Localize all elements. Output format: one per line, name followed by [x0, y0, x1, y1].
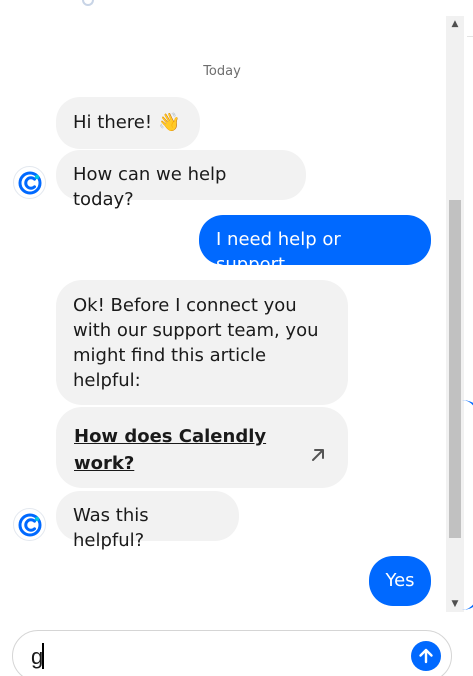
send-button[interactable]	[411, 641, 441, 671]
message-text: Yes	[385, 570, 415, 591]
article-link[interactable]: How does Calendly work?	[74, 423, 274, 477]
external-link-arrow-icon	[312, 449, 324, 461]
bot-message-greeting: Hi there! 👋	[56, 97, 200, 149]
calendly-logo-icon	[13, 508, 46, 541]
user-message-yes: Yes	[369, 556, 431, 606]
background-decoration	[462, 400, 473, 610]
waving-hand-icon: 👋	[158, 112, 181, 133]
header-logo-fragment-icon	[82, 0, 94, 6]
message-text: Ok! Before I connect you with our suppor…	[73, 295, 319, 391]
calendly-logo-icon	[13, 166, 46, 199]
message-text: Hi there!	[73, 112, 153, 133]
chat-window: Today Hi there! 👋 How can we help today? …	[0, 0, 473, 676]
arrow-up-icon	[419, 648, 433, 664]
message-input[interactable]	[31, 641, 391, 673]
divider	[467, 36, 473, 37]
message-composer[interactable]	[12, 630, 452, 676]
date-divider: Today	[203, 64, 241, 79]
message-text: How can we help today?	[73, 164, 227, 210]
message-text: Was this helpful?	[73, 505, 149, 551]
scrollbar-thumb[interactable]	[449, 200, 461, 538]
user-message-support: I need help or support	[199, 215, 431, 275]
scroll-up-arrow-icon[interactable]: ▲	[446, 16, 464, 32]
text-caret	[42, 643, 44, 669]
bot-message-feedback-question: Was this helpful?	[56, 491, 239, 551]
bot-message-help-prompt: How can we help today?	[56, 150, 306, 210]
bot-message-article-intro: Ok! Before I connect you with our suppor…	[56, 280, 348, 405]
message-text: I need help or support	[216, 229, 341, 275]
article-link-card[interactable]: How does Calendly work?	[56, 407, 348, 488]
